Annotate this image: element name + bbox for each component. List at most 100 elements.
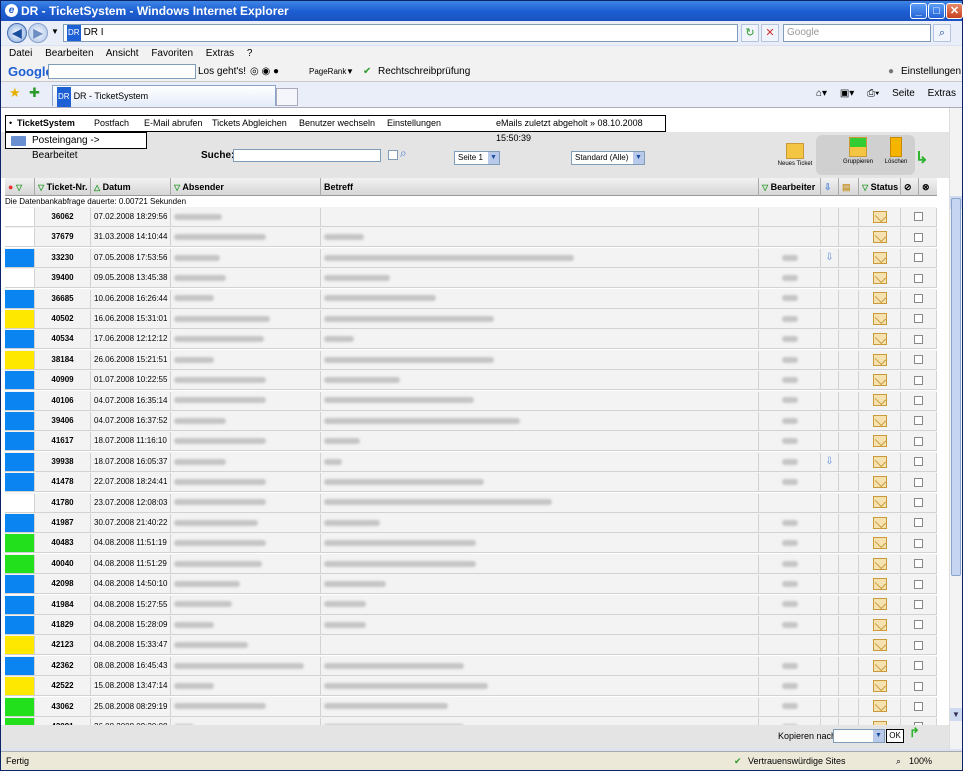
menu-help[interactable]: ? — [247, 48, 253, 59]
scroll-thumb[interactable] — [951, 198, 961, 576]
ticket-number[interactable]: 41984 — [35, 595, 91, 614]
ticket-column-header[interactable]: ▽ Ticket-Nr. — [35, 178, 91, 196]
flag-column-header[interactable]: ⇩ — [821, 178, 839, 196]
google-search-field[interactable] — [48, 64, 196, 79]
search-field[interactable]: Google — [783, 24, 931, 42]
spellcheck-button[interactable]: Rechtschreibprüfung — [378, 62, 470, 82]
new-tab-button[interactable] — [276, 88, 298, 106]
envelope-icon[interactable] — [872, 659, 887, 672]
table-row[interactable]: 41984 04.08.2008 15:27:55 — [5, 594, 937, 615]
table-row[interactable]: 39938 18.07.2008 16:05:37 ⇩ — [5, 451, 937, 472]
envelope-icon[interactable] — [872, 312, 887, 325]
subject-cell[interactable] — [321, 371, 759, 390]
table-row[interactable]: 36062 07.02.2008 18:29:56 — [5, 207, 937, 227]
row-checkbox[interactable] — [914, 457, 923, 467]
table-row[interactable]: 38184 26.06.2008 15:21:51 — [5, 349, 937, 370]
subject-cell[interactable] — [321, 432, 759, 451]
envelope-icon[interactable] — [872, 231, 887, 244]
table-row[interactable]: 40106 04.07.2008 16:35:14 — [5, 390, 937, 411]
envelope-icon[interactable] — [872, 578, 887, 591]
row-checkbox[interactable] — [914, 253, 923, 263]
row-checkbox[interactable] — [914, 579, 923, 589]
maximize-button[interactable]: □ — [928, 3, 945, 19]
editor-column-header[interactable]: ▽ Bearbeiter — [759, 178, 821, 196]
envelope-icon[interactable] — [872, 272, 887, 285]
table-row[interactable]: 40534 17.06.2008 12:12:12 — [5, 329, 937, 350]
subject-cell[interactable] — [321, 269, 759, 288]
envelope-icon[interactable] — [872, 700, 887, 713]
flag-icon[interactable]: ⇩ — [825, 252, 833, 263]
row-checkbox[interactable] — [914, 436, 923, 446]
home-icon[interactable]: ⌂▾ — [816, 88, 827, 99]
subject-cell[interactable] — [321, 350, 759, 369]
date-column-header[interactable]: △ Datum — [91, 178, 171, 196]
ticket-number[interactable]: 39400 — [35, 269, 91, 288]
ticket-number[interactable]: 41829 — [35, 616, 91, 634]
table-row[interactable]: 39406 04.07.2008 16:37:52 — [5, 411, 937, 431]
envelope-icon[interactable] — [872, 639, 887, 652]
ticket-number[interactable]: 41478 — [35, 473, 91, 492]
table-row[interactable]: 42522 15.08.2008 13:47:14 — [5, 676, 937, 697]
new-ticket-button[interactable]: Neues Ticket — [772, 143, 818, 167]
envelope-icon[interactable] — [872, 292, 887, 305]
settings-button[interactable]: Einstellungen — [901, 62, 961, 82]
table-row[interactable]: 41829 04.08.2008 15:28:09 — [5, 615, 937, 635]
table-row[interactable]: 42098 04.08.2008 14:50:10 — [5, 574, 937, 595]
arrow-down-right-icon[interactable]: ↳ — [915, 148, 928, 168]
history-dropdown-icon[interactable]: ▼ — [51, 27, 59, 36]
table-row[interactable]: 42362 08.08.2008 16:45:43 — [5, 655, 937, 676]
subject-cell[interactable] — [321, 636, 759, 655]
nav-postfach[interactable]: Postfach — [94, 116, 129, 131]
minimize-button[interactable]: _ — [910, 3, 927, 19]
nav-einstellungen[interactable]: Einstellungen — [387, 116, 441, 131]
ticket-number[interactable]: 38184 — [35, 350, 91, 369]
row-checkbox[interactable] — [914, 497, 923, 507]
deselect-all-icon[interactable]: ⊗ — [919, 178, 937, 196]
row-checkbox[interactable] — [914, 416, 923, 426]
feeds-icon[interactable]: ▣▾ — [840, 88, 854, 99]
table-row[interactable]: 40040 04.08.2008 11:51:29 — [5, 553, 937, 574]
subject-cell[interactable] — [321, 697, 759, 716]
ticket-number[interactable]: 40534 — [35, 330, 91, 349]
envelope-icon[interactable] — [872, 414, 887, 427]
envelope-icon[interactable] — [872, 394, 887, 407]
envelope-icon[interactable] — [872, 537, 887, 550]
envelope-icon[interactable] — [872, 435, 887, 448]
view-select[interactable]: Standard (Alle) ▼ — [571, 151, 645, 165]
nav-benutzer-wechseln[interactable]: Benutzer wechseln — [299, 116, 375, 131]
ticket-number[interactable]: 37679 — [35, 228, 91, 247]
ticket-number[interactable]: 40106 — [35, 391, 91, 410]
menu-bearbeiten[interactable]: Bearbeiten — [45, 48, 93, 59]
ticket-number[interactable]: 42123 — [35, 636, 91, 655]
row-checkbox[interactable] — [914, 559, 923, 569]
envelope-icon[interactable] — [872, 251, 887, 264]
table-row[interactable]: 43062 25.08.2008 08:29:19 — [5, 696, 937, 717]
subject-cell[interactable] — [321, 310, 759, 328]
address-field[interactable]: DR DR I — [63, 24, 738, 42]
nav-tickets-abgleichen[interactable]: Tickets Abgleichen — [212, 116, 287, 131]
ticket-number[interactable]: 39406 — [35, 412, 91, 430]
ticket-number[interactable]: 42362 — [35, 656, 91, 675]
attachment-column-header[interactable]: ▤ — [839, 178, 859, 196]
envelope-icon[interactable] — [872, 680, 887, 693]
table-row[interactable]: 42123 04.08.2008 15:33:47 — [5, 635, 937, 656]
envelope-icon[interactable] — [872, 496, 887, 509]
scroll-down-icon[interactable]: ▼ — [950, 708, 962, 721]
subject-cell[interactable] — [321, 534, 759, 553]
row-checkbox[interactable] — [914, 395, 923, 405]
add-favorite-icon[interactable]: ✚ — [29, 85, 40, 101]
table-row[interactable]: 41478 22.07.2008 18:24:41 — [5, 472, 937, 493]
subject-cell[interactable] — [321, 412, 759, 430]
subject-cell[interactable] — [321, 554, 759, 573]
subject-cell[interactable] — [321, 289, 759, 308]
subject-cell[interactable] — [321, 228, 759, 247]
subject-cell[interactable] — [321, 493, 759, 512]
vertical-scrollbar[interactable]: ▲ ▼ — [949, 108, 962, 749]
subject-cell[interactable] — [321, 391, 759, 410]
row-checkbox[interactable] — [914, 640, 923, 650]
select-all-icon[interactable]: ⊘ — [901, 178, 919, 196]
toolbar-icons[interactable]: ◎ ◉ ● — [250, 62, 279, 82]
envelope-icon[interactable] — [872, 618, 887, 631]
row-checkbox[interactable] — [914, 620, 923, 630]
page-menu[interactable]: Seite — [892, 88, 915, 99]
